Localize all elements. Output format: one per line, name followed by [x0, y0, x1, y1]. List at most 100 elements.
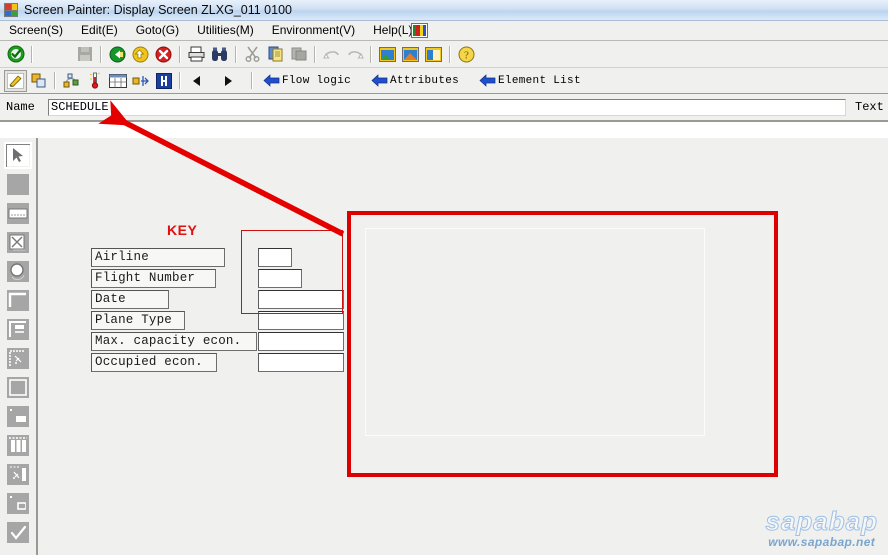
menu-utilities[interactable]: Utilities(M) [188, 22, 263, 39]
field-flight-number-label[interactable]: Flight Number [91, 269, 216, 288]
graphical-layout-editor-button[interactable] [4, 69, 27, 92]
menu-screen[interactable]: Screen(S) [0, 22, 72, 39]
check-mark-icon [7, 522, 29, 543]
find-button[interactable] [208, 43, 231, 65]
radio-button-icon [7, 261, 29, 282]
field-max-capacity-input[interactable] [258, 332, 344, 351]
field-date-label[interactable]: Date [91, 290, 169, 309]
toolbar-separator [449, 45, 451, 63]
field-plane-type-label[interactable]: Plane Type [91, 311, 185, 330]
field-flight-number-input[interactable] [258, 269, 302, 288]
save-button[interactable] [73, 43, 96, 65]
subscreen-icon [7, 319, 29, 340]
toolbar-separator [179, 72, 181, 89]
menu-environment[interactable]: Environment(V) [263, 22, 364, 39]
toolbar-separator [314, 45, 316, 63]
field-airline-input[interactable] [258, 248, 292, 267]
window-titlebar: Screen Painter: Display Screen ZLXG_011 … [0, 0, 888, 21]
sap-logo-icon [4, 3, 18, 17]
layout-editor-button[interactable] [376, 43, 399, 65]
menu-goto[interactable]: Goto(G) [127, 22, 188, 39]
next-button[interactable] [216, 70, 239, 92]
element-palette [0, 138, 38, 555]
input-output-field-icon [7, 203, 29, 224]
toolbar-separator [235, 45, 237, 63]
blue-left-arrow-icon [479, 74, 496, 87]
toolbar-separator [370, 45, 372, 63]
text-field-icon [7, 174, 29, 195]
paste-button[interactable] [287, 43, 310, 65]
thermometer-button[interactable] [83, 70, 106, 92]
back-button[interactable] [106, 43, 129, 65]
check-button[interactable] [4, 43, 27, 65]
group-nodes-button[interactable] [60, 70, 83, 92]
sap-colorbars-icon[interactable] [411, 23, 428, 38]
table-control-placeholder[interactable] [365, 228, 705, 436]
toolbar-separator [31, 45, 33, 63]
table-control-button[interactable] [106, 70, 129, 92]
tool-custom-control[interactable] [4, 461, 32, 488]
toolbar-separator [179, 45, 181, 63]
tool-confirm[interactable] [4, 519, 32, 546]
main-toolbar: ? [0, 41, 888, 68]
tool-pushbutton[interactable] [4, 403, 32, 430]
tool-box[interactable] [4, 374, 32, 401]
redo-button[interactable] [343, 43, 366, 65]
field-occupied-econ-input[interactable] [258, 353, 344, 372]
field-airline-label[interactable]: Airline [91, 248, 225, 267]
field-plane-type-input[interactable] [258, 311, 344, 330]
previous-button[interactable] [185, 70, 208, 92]
blue-left-arrow-icon [263, 74, 280, 87]
flow-logic-button[interactable] [399, 43, 422, 65]
box-outline-icon [7, 377, 29, 398]
svg-text:?: ? [464, 49, 469, 61]
copy-button[interactable] [264, 43, 287, 65]
menu-edit[interactable]: Edit(E) [72, 22, 127, 39]
cancel-button[interactable] [152, 43, 175, 65]
flow-logic-link[interactable]: Flow logic [282, 75, 351, 87]
custom-control-icon [7, 464, 29, 485]
checkbox-icon [7, 232, 29, 253]
tool-status-icon[interactable] [4, 490, 32, 517]
tabstrip-icon [7, 348, 29, 369]
watermark-title: sapabap [765, 506, 878, 536]
exit-button[interactable] [129, 43, 152, 65]
tool-table-control[interactable] [4, 432, 32, 459]
help-button[interactable]: ? [455, 43, 478, 65]
tool-pointer[interactable] [4, 142, 32, 169]
watermark: sapabap www.sapabap.net [765, 506, 879, 550]
tool-subscreen[interactable] [4, 316, 32, 343]
key-section-title: KEY [167, 222, 198, 238]
field-occupied-econ-label[interactable]: Occupied econ. [91, 353, 217, 372]
align-move-button[interactable] [129, 70, 152, 92]
tool-tabstrip[interactable] [4, 345, 32, 372]
copy-element-button[interactable] [27, 70, 50, 92]
undo-button[interactable] [320, 43, 343, 65]
text-column-label: Text [855, 100, 884, 114]
window-title: Screen Painter: Display Screen ZLXG_011 … [24, 3, 292, 17]
tool-radio-button[interactable] [4, 258, 32, 285]
toolbar-separator [251, 72, 253, 89]
status-icon [7, 493, 29, 514]
frame-corner-icon [7, 290, 29, 311]
watermark-url: www.sapabap.net [768, 535, 876, 549]
print-button[interactable] [185, 43, 208, 65]
tool-input-output-field[interactable] [4, 200, 32, 227]
secondary-toolbar: Flow logic Attributes Element List [0, 68, 888, 94]
menubar: Screen(S) Edit(E) Goto(G) Utilities(M) E… [0, 21, 888, 41]
screen-name-input[interactable] [48, 98, 846, 116]
attributes-link[interactable]: Attributes [390, 75, 459, 87]
field-max-capacity-label[interactable]: Max. capacity econ. [91, 332, 257, 351]
blue-info-button[interactable] [152, 70, 175, 92]
name-row: Name Text [0, 94, 888, 122]
field-date-input[interactable] [258, 290, 344, 309]
cut-button[interactable] [241, 43, 264, 65]
element-list-button[interactable] [422, 43, 445, 65]
tool-frame[interactable] [4, 287, 32, 314]
screen-layout-canvas[interactable]: KEY Airline Flight Number Date Plane Typ… [38, 138, 888, 555]
element-list-link[interactable]: Element List [498, 75, 581, 87]
blue-left-arrow-icon [371, 74, 388, 87]
tool-text-field[interactable] [4, 171, 32, 198]
table-columns-icon [7, 435, 29, 456]
tool-checkbox[interactable] [4, 229, 32, 256]
